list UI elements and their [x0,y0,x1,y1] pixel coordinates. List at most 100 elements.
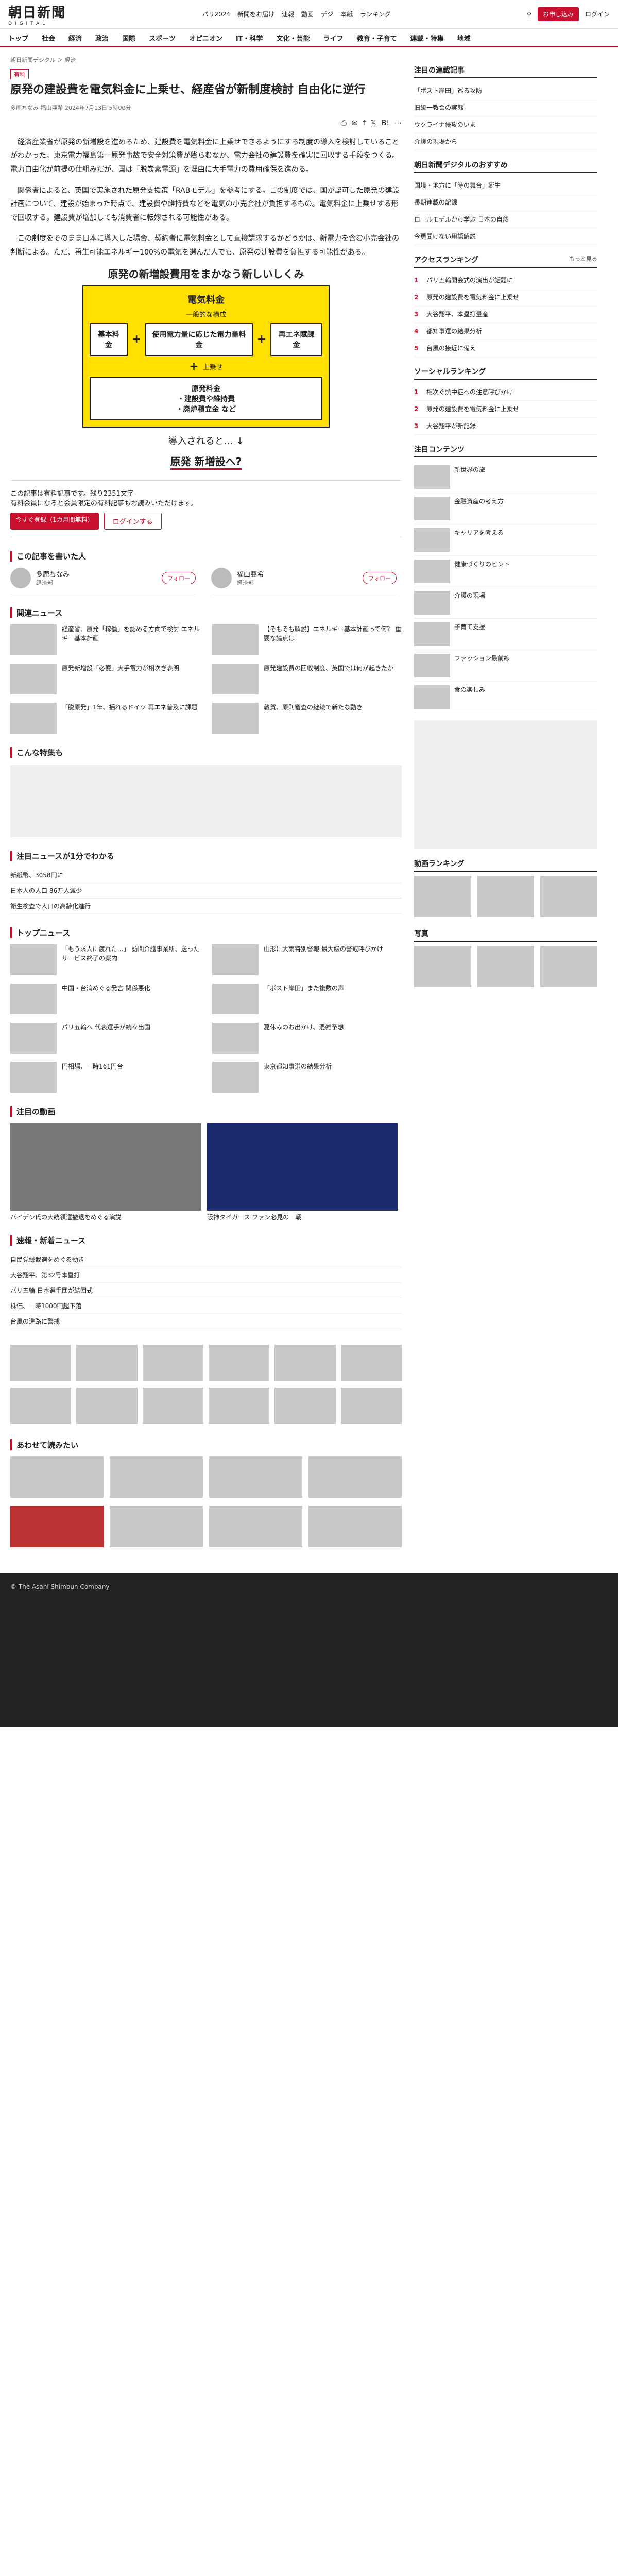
nav-item[interactable]: 社会 [42,33,55,43]
grid-item[interactable] [308,1456,402,1500]
article-figure[interactable]: 原発の新増設費用をまかなう新しいしくみ 電気料金 一般的な構成 基本料金 + 使… [82,267,330,470]
grid-item[interactable] [76,1344,138,1383]
related-item[interactable]: 【そもそも解説】エネルギー基本計画って何？ 重要な論点は [212,624,402,655]
grid-item[interactable] [414,946,471,989]
side-item[interactable]: 旧統一教会の実態 [414,99,597,116]
ad-slot[interactable] [414,720,597,849]
news-item[interactable]: 「もう求人に疲れた…」 訪問介護事業所、送ったサービス終了の案内 [10,944,200,975]
grid-item[interactable] [340,1387,402,1426]
list-item[interactable]: 台風の進路に警戒 [10,1314,402,1329]
nav-item[interactable]: オピニオン [189,33,222,43]
hatena-icon[interactable]: B! [382,119,389,127]
follow-button[interactable]: フォロー [363,571,397,584]
news-item[interactable]: 山形に大雨特別警報 最大級の警戒呼びかけ [212,944,402,975]
grid-item[interactable] [110,1505,203,1549]
related-item[interactable]: 「脱原発」1年、揺れるドイツ 再エネ普及に課題 [10,702,200,734]
login-button[interactable]: ログインする [104,512,162,530]
top-link[interactable]: パリ2024 [202,10,230,19]
top-link[interactable]: デジ [321,10,333,19]
side-item[interactable]: 介護の現場から [414,133,597,150]
more-icon[interactable]: ⋯ [394,119,402,127]
nav-item[interactable]: 国際 [122,33,135,43]
grid-item[interactable] [10,1387,72,1426]
grid-item[interactable] [142,1387,203,1426]
trial-button[interactable]: 今すぐ登録（1カ月間無料） [10,512,99,530]
content-item[interactable]: 子育て支援 [414,619,597,650]
related-item[interactable]: 経産省、原発「稼働」を認める方向で検討 エネルギー基本計画 [10,624,200,655]
nav-item[interactable]: ライフ [323,33,344,43]
facebook-icon[interactable]: f [363,119,366,127]
grid-item[interactable] [540,876,597,919]
grid-item[interactable] [477,946,535,989]
top-link[interactable]: ランキング [360,10,391,19]
ranking-item[interactable]: 3 大谷翔平、本塁打量産 [414,306,597,323]
video-item[interactable]: 阪神タイガース ファン必見の一戦 [207,1123,398,1222]
content-item[interactable]: 新世界の旅 [414,462,597,493]
grid-item[interactable] [209,1387,270,1426]
side-item[interactable]: 長期連載の記録 [414,194,597,211]
top-link[interactable]: 動画 [301,10,314,19]
list-item[interactable]: 衛生検査で人口の高齢化進行 [10,899,402,914]
news-item[interactable]: 夏休みのお出かけ、混雑予想 [212,1022,402,1054]
news-item[interactable]: 中国・台湾めぐる発言 関係悪化 [10,983,200,1014]
news-item[interactable]: 「ポスト岸田」また複数の声 [212,983,402,1014]
breadcrumb[interactable]: 朝日新聞デジタル ＞ 経済 [10,56,402,64]
grid-item[interactable] [340,1344,402,1383]
author-card[interactable]: 福山亜希 経済部 フォロー [211,567,397,594]
author-card[interactable]: 多鹿ちなみ 経済部 フォロー [10,567,196,594]
news-item[interactable]: 東京都知事選の結果分析 [212,1061,402,1093]
grid-item[interactable] [477,876,535,919]
top-link[interactable]: 速報 [282,10,294,19]
list-item[interactable]: 新紙幣、3058円に [10,868,402,883]
nav-item[interactable]: IT・科学 [236,33,263,43]
side-item[interactable]: ロールモデルから学ぶ 日本の自然 [414,211,597,228]
content-item[interactable]: 健康づくりのヒント [414,556,597,587]
ranking-item[interactable]: 2 原発の建設費を電気料金に上乗せ [414,289,597,306]
nav-item[interactable]: 文化・芸能 [277,33,310,43]
content-item[interactable]: 食の楽しみ [414,682,597,713]
list-item[interactable]: 日本人の人口 86万人減少 [10,883,402,899]
content-item[interactable]: キャリアを考える [414,524,597,556]
grid-item[interactable] [10,1505,104,1549]
nav-item[interactable]: 政治 [95,33,109,43]
grid-item[interactable] [274,1344,336,1383]
list-item[interactable]: 株価、一時1000円超下落 [10,1298,402,1314]
grid-item[interactable] [414,876,471,919]
nav-item[interactable]: 経済 [68,33,82,43]
list-item[interactable]: 大谷翔平、第32号本塁打 [10,1267,402,1283]
top-link[interactable]: 本紙 [340,10,353,19]
social-item[interactable]: 2 原発の建設費を電気料金に上乗せ [414,401,597,418]
nav-item[interactable]: 教育・子育て [357,33,397,43]
nav-item[interactable]: スポーツ [149,33,176,43]
social-item[interactable]: 3 大谷翔平が新記録 [414,418,597,435]
search-icon[interactable]: ⚲ [527,11,531,18]
nav-item[interactable]: トップ [8,33,28,43]
related-item[interactable]: 原発新増設「必要」大手電力が相次ぎ表明 [10,663,200,694]
grid-item[interactable] [209,1456,302,1500]
nav-item[interactable]: 連載・特集 [410,33,444,43]
subscribe-button[interactable]: お申し込み [537,7,579,21]
content-item[interactable]: 介護の現場 [414,587,597,619]
grid-item[interactable] [10,1456,104,1500]
grid-item[interactable] [209,1344,270,1383]
grid-item[interactable] [209,1505,302,1549]
x-icon[interactable]: 𝕏 [371,119,376,127]
follow-button[interactable]: フォロー [162,571,196,584]
news-item[interactable]: パリ五輪へ 代表選手が続々出国 [10,1022,200,1054]
grid-item[interactable] [540,946,597,989]
print-icon[interactable]: ⎙ [341,119,347,127]
grid-item[interactable] [274,1387,336,1426]
ranking-item[interactable]: 1 パリ五輪開会式の演出が話題に [414,272,597,289]
site-logo[interactable]: 朝日新聞 DIGITAL [8,2,66,26]
more-link[interactable]: もっと見る [569,255,597,265]
news-item[interactable]: 円相場、一時161円台 [10,1061,200,1093]
video-item[interactable]: バイデン氏の大統領選撤退をめぐる演説 [10,1123,201,1222]
grid-item[interactable] [110,1456,203,1500]
mail-icon[interactable]: ✉ [352,119,358,127]
related-item[interactable]: 敦賀、原則審査の継続で新たな動き [212,702,402,734]
ranking-item[interactable]: 5 台風の接近に備え [414,340,597,357]
side-item[interactable]: 「ポスト岸田」巡る攻防 [414,82,597,99]
grid-item[interactable] [76,1387,138,1426]
content-item[interactable]: 金融資産の考え方 [414,493,597,524]
grid-item[interactable] [142,1344,203,1383]
